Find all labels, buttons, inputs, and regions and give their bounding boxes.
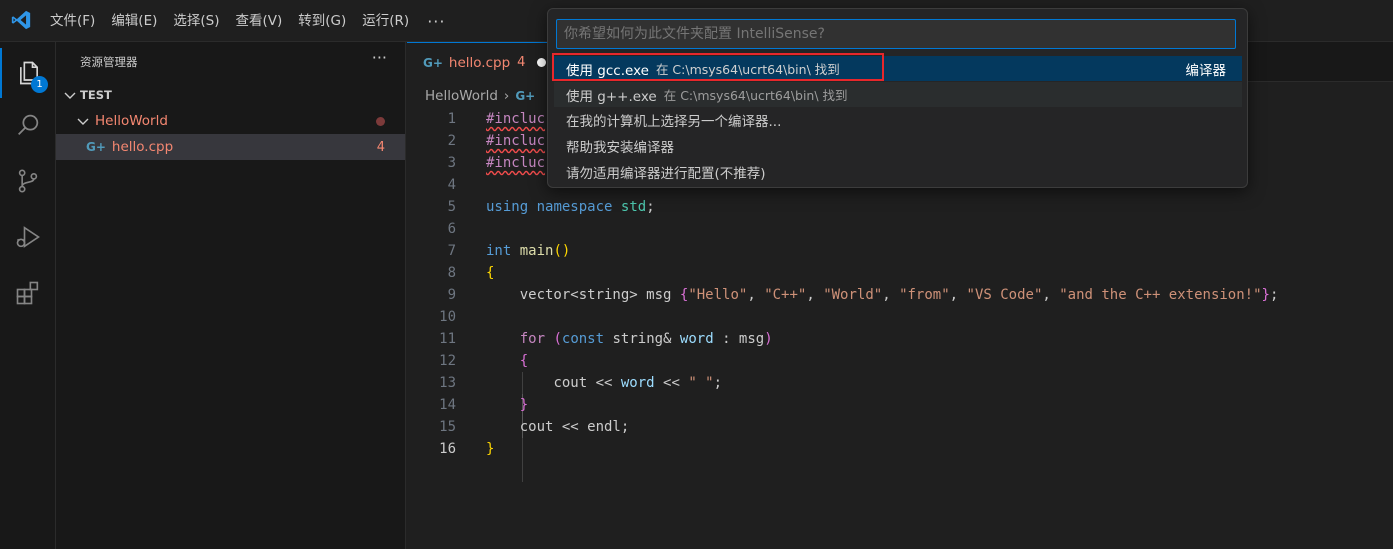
breadcrumb-folder[interactable]: HelloWorld xyxy=(425,88,498,104)
quick-pick-input[interactable] xyxy=(556,19,1236,49)
menu-go[interactable]: 转到(G) xyxy=(290,0,354,42)
explorer-more-icon[interactable]: ··· xyxy=(372,48,387,67)
tree-root-label: TEST xyxy=(80,88,112,102)
cpp-file-icon: G+ xyxy=(86,140,106,154)
menu-selection[interactable]: 选择(S) xyxy=(165,0,227,42)
code-line: 11 for (const string& word : msg) xyxy=(439,331,773,347)
breadcrumb: HelloWorld › G+ xyxy=(425,87,535,105)
code-line-current: 16} xyxy=(439,441,495,457)
quick-pick-item-label: 帮助我安装编译器 xyxy=(566,139,674,156)
vscode-logo-icon[interactable] xyxy=(10,9,32,31)
run-debug-icon xyxy=(16,226,40,248)
run-debug-activity[interactable] xyxy=(0,212,56,262)
chevron-down-icon xyxy=(77,118,89,125)
tab-label: hello.cpp xyxy=(448,54,511,71)
quick-pick-item-no-compiler[interactable]: 请勿适用编译器进行配置(不推荐) xyxy=(554,159,1242,184)
menu-bar: 文件(F) 编辑(E) 选择(S) 查看(V) 转到(G) 运行(R) ··· xyxy=(42,0,455,42)
code-line: 6 xyxy=(447,221,456,237)
quick-pick-item-label: 使用 g++.exe xyxy=(566,88,657,105)
quick-pick-item-label: 在我的计算机上选择另一个编译器... xyxy=(566,113,782,130)
code-line: 13 cout << word << " "; xyxy=(439,375,723,391)
tree-file-label: hello.cpp xyxy=(111,139,174,155)
menu-edit[interactable]: 编辑(E) xyxy=(103,0,165,42)
explorer-badge: 1 xyxy=(31,76,48,93)
tree-root-test[interactable]: TEST xyxy=(56,82,405,108)
explorer-activity[interactable]: 1 xyxy=(0,48,56,98)
quick-pick-item-tag: 编译器 xyxy=(1185,62,1227,79)
tab-hello-cpp[interactable]: G+ hello.cpp 4 xyxy=(407,42,547,82)
menu-view[interactable]: 查看(V) xyxy=(228,0,291,42)
menu-file[interactable]: 文件(F) xyxy=(42,0,103,42)
extensions-activity[interactable] xyxy=(0,268,56,318)
code-line: 15 cout << endl; xyxy=(439,419,630,435)
quick-pick-item-help-install[interactable]: 帮助我安装编译器 xyxy=(554,133,1242,158)
cpp-file-icon[interactable]: G+ xyxy=(515,89,535,103)
search-icon xyxy=(18,114,39,135)
code-line: 10 xyxy=(439,309,456,325)
code-line: 12 { xyxy=(439,353,529,369)
modified-dot xyxy=(376,116,385,126)
explorer-title: 资源管理器 xyxy=(80,55,138,69)
activity-bar: 1 xyxy=(0,42,56,549)
source-control-activity[interactable] xyxy=(0,156,56,206)
cpp-file-icon: G+ xyxy=(423,55,443,70)
menu-run[interactable]: 运行(R) xyxy=(354,0,417,42)
quick-pick-item-label: 请勿适用编译器进行配置(不推荐) xyxy=(566,165,766,182)
search-activity[interactable] xyxy=(0,100,56,150)
annotation-highlight-box xyxy=(552,53,884,81)
unsaved-dot-icon[interactable] xyxy=(537,58,547,67)
tree-folder-helloworld[interactable]: HelloWorld xyxy=(56,108,405,134)
intellisense-quick-pick: 使用 gcc.exe 在 C:\msys64\ucrt64\bin\ 找到 编译… xyxy=(547,8,1248,188)
file-problem-count: 4 xyxy=(376,139,385,155)
menu-more-icon[interactable]: ··· xyxy=(417,12,455,31)
quick-pick-item-select-other[interactable]: 在我的计算机上选择另一个编译器... xyxy=(554,107,1242,132)
tree-folder-label: HelloWorld xyxy=(95,113,168,129)
code-line: 8{ xyxy=(447,265,495,281)
breadcrumb-separator: › xyxy=(503,88,510,104)
code-line: 7 int main() xyxy=(447,243,571,259)
explorer-sidebar: 资源管理器 ··· TEST HelloWorld G+ hello.cpp 4 xyxy=(56,42,406,549)
quick-pick-item-description: 在 C:\msys64\ucrt64\bin\ 找到 xyxy=(663,88,848,103)
code-line: 14 } xyxy=(439,397,529,413)
tree-file-hello-cpp[interactable]: G+ hello.cpp 4 xyxy=(56,134,405,160)
chevron-down-icon xyxy=(64,92,76,99)
quick-pick-item-gpp[interactable]: 使用 g++.exe 在 C:\msys64\ucrt64\bin\ 找到 xyxy=(554,82,1242,107)
source-control-icon xyxy=(18,169,38,193)
code-line: 9 vector<string> msg {"Hello", "C++", "W… xyxy=(447,287,1279,303)
extensions-icon xyxy=(16,281,39,305)
code-line: 5 using namespace std; xyxy=(447,199,655,215)
tab-problem-count: 4 xyxy=(517,55,526,70)
